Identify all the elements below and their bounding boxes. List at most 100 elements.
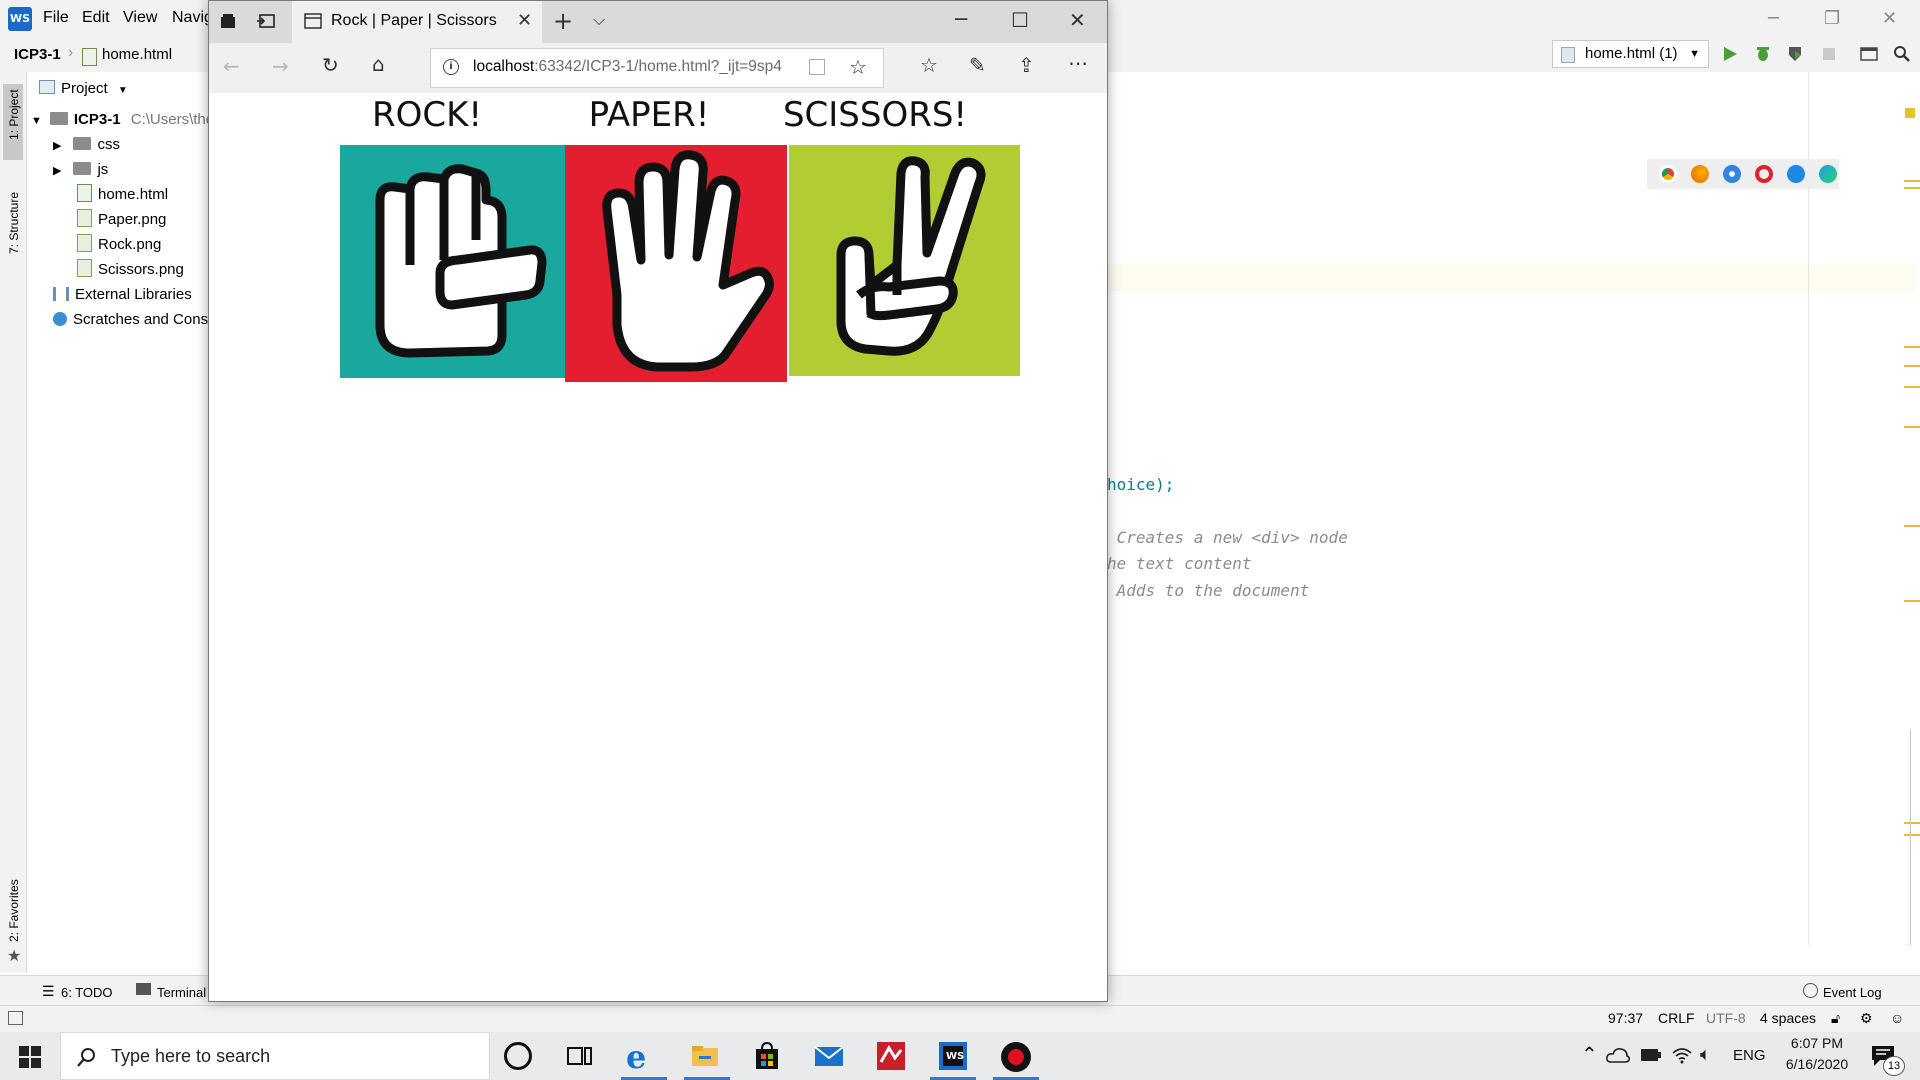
opera-icon[interactable] bbox=[1755, 165, 1773, 183]
rock-choice-button[interactable] bbox=[340, 145, 565, 378]
file-encoding[interactable]: UTF-8 bbox=[1706, 1010, 1746, 1026]
favorites-tool-label[interactable]: 2: Favorites bbox=[7, 879, 21, 942]
error-stripe-mark[interactable] bbox=[1904, 365, 1920, 367]
store-icon[interactable] bbox=[751, 1040, 783, 1072]
share-icon[interactable]: ⇪ bbox=[1018, 53, 1035, 77]
error-stripe-mark[interactable] bbox=[1904, 426, 1920, 428]
lock-icon[interactable]: 🔓︎ bbox=[1831, 1010, 1840, 1027]
task-view-icon[interactable] bbox=[564, 1040, 596, 1072]
star-icon[interactable]: ★ bbox=[7, 946, 21, 966]
run-icon[interactable] bbox=[1721, 45, 1739, 63]
error-stripe-mark[interactable] bbox=[1904, 600, 1920, 602]
home-icon[interactable]: ⌂ bbox=[372, 52, 385, 76]
edge-taskbar-icon[interactable]: e bbox=[626, 1038, 646, 1076]
browser-tab-active[interactable]: Rock | Paper | Scissors ✕ bbox=[292, 1, 542, 43]
url-field[interactable]: i localhost:63342/ICP3-1/home.html?_ijt=… bbox=[430, 48, 884, 88]
show-hidden-icons-chevron-icon[interactable]: ⌃ bbox=[1581, 1042, 1598, 1066]
onedrive-cloud-icon[interactable] bbox=[1606, 1046, 1630, 1064]
line-separator[interactable]: CRLF bbox=[1658, 1010, 1695, 1026]
error-stripe-mark[interactable] bbox=[1904, 822, 1920, 824]
refresh-icon[interactable]: ↻ bbox=[322, 53, 339, 77]
debug-icon[interactable] bbox=[1754, 45, 1772, 63]
ide-restore-icon[interactable]: ❐ bbox=[1824, 8, 1840, 29]
web-note-pen-icon[interactable]: ✎ bbox=[969, 53, 986, 77]
layout-icon[interactable] bbox=[1860, 45, 1878, 63]
browser-minimize-icon[interactable]: ─ bbox=[955, 7, 967, 31]
webstorm-taskbar-icon[interactable]: WS bbox=[937, 1040, 969, 1072]
git-settings-icon[interactable]: ⚙ bbox=[1860, 1010, 1873, 1027]
forward-arrow-icon[interactable]: → bbox=[272, 54, 289, 78]
breadcrumb-project[interactable]: ICP3-1 bbox=[14, 46, 61, 63]
battery-icon[interactable] bbox=[1640, 1048, 1662, 1062]
browser-maximize-icon[interactable]: ☐ bbox=[1011, 8, 1029, 32]
ide-minimize-icon[interactable]: ─ bbox=[1768, 8, 1779, 29]
tree-item-paper-png[interactable]: Paper.png bbox=[77, 208, 166, 232]
inspection-indicator-icon[interactable] bbox=[1905, 108, 1915, 118]
more-options-icon[interactable]: ⋯ bbox=[1068, 51, 1088, 75]
reading-view-icon[interactable] bbox=[809, 59, 825, 75]
safari-icon[interactable] bbox=[1723, 165, 1741, 183]
tree-item-rock-png[interactable]: Rock.png bbox=[77, 233, 161, 257]
tree-root[interactable]: ▼ ICP3-1 C:\Users\the bbox=[31, 108, 214, 132]
tree-item-css[interactable]: ▶ css bbox=[53, 133, 120, 157]
cortana-icon[interactable] bbox=[504, 1042, 532, 1070]
edge-icon[interactable] bbox=[1819, 165, 1837, 183]
input-language[interactable]: ENG bbox=[1733, 1047, 1766, 1064]
taskbar-search-box[interactable]: Type here to search bbox=[60, 1032, 490, 1080]
error-stripe-mark[interactable] bbox=[1904, 187, 1920, 189]
menu-navigate[interactable]: Navig bbox=[172, 9, 213, 27]
terminal-tool-button[interactable]: Terminal bbox=[157, 985, 206, 1000]
editor-scrollbar[interactable] bbox=[1910, 730, 1911, 945]
project-panel-header[interactable]: Project ▼ bbox=[39, 77, 128, 101]
tool-windows-toggle-icon[interactable] bbox=[8, 1011, 23, 1025]
browser-close-icon[interactable]: ✕ bbox=[1069, 8, 1086, 32]
site-info-icon[interactable]: i bbox=[443, 59, 459, 75]
project-tool-label[interactable]: 1: Project bbox=[7, 89, 21, 140]
internet-explorer-icon[interactable] bbox=[1787, 165, 1805, 183]
tree-item-scissors-png[interactable]: Scissors.png bbox=[77, 258, 184, 282]
tab-set-aside-icon[interactable] bbox=[219, 12, 237, 30]
coverage-icon[interactable] bbox=[1786, 45, 1804, 63]
search-icon[interactable] bbox=[1893, 45, 1911, 63]
new-tab-icon[interactable]: + bbox=[553, 7, 573, 35]
windows-start-icon[interactable] bbox=[19, 1046, 41, 1068]
game-app-icon[interactable] bbox=[875, 1040, 907, 1072]
volume-icon[interactable]: 🔈︎ bbox=[1700, 1044, 1711, 1065]
menu-view[interactable]: View bbox=[123, 9, 157, 27]
run-config-select[interactable]: home.html (1) ▼ bbox=[1552, 40, 1709, 68]
tab-list-chevron-icon[interactable]: ⌵ bbox=[593, 10, 605, 30]
mail-icon[interactable] bbox=[813, 1040, 845, 1072]
error-stripe-mark[interactable] bbox=[1904, 386, 1920, 388]
error-stripe-mark[interactable] bbox=[1904, 180, 1920, 182]
tree-item-js[interactable]: ▶ js bbox=[53, 158, 108, 182]
file-explorer-icon[interactable] bbox=[689, 1040, 721, 1072]
wifi-icon[interactable] bbox=[1672, 1046, 1692, 1064]
todo-tool-button[interactable]: 6: TODO bbox=[61, 985, 113, 1000]
code-editor[interactable] bbox=[1107, 72, 1920, 945]
error-stripe-mark[interactable] bbox=[1904, 525, 1920, 527]
tab-restore-icon[interactable] bbox=[256, 12, 276, 30]
inspector-icon[interactable]: ☺ bbox=[1890, 1010, 1904, 1026]
firefox-icon[interactable] bbox=[1691, 165, 1709, 183]
tree-item-home-html[interactable]: home.html bbox=[77, 183, 168, 207]
structure-tool-label[interactable]: 7: Structure bbox=[7, 192, 21, 254]
ide-close-icon[interactable]: ✕ bbox=[1882, 8, 1897, 29]
tree-item-external-libraries[interactable]: External Libraries bbox=[53, 283, 192, 307]
error-stripe-mark[interactable] bbox=[1904, 346, 1920, 348]
favorites-hub-icon[interactable]: ☆ bbox=[920, 53, 938, 77]
tree-item-scratches[interactable]: Scratches and Conso bbox=[53, 308, 216, 332]
menu-file[interactable]: File bbox=[43, 9, 69, 27]
chrome-icon[interactable] bbox=[1659, 165, 1677, 183]
tab-close-icon[interactable]: ✕ bbox=[517, 10, 532, 31]
menu-edit[interactable]: Edit bbox=[82, 9, 110, 27]
favorite-star-icon[interactable]: ☆ bbox=[849, 55, 867, 79]
scissors-choice-button[interactable] bbox=[789, 145, 1020, 376]
paper-choice-button[interactable] bbox=[565, 145, 787, 382]
taskbar-clock[interactable]: 6:07 PM 6/16/2020 bbox=[1772, 1035, 1862, 1072]
recorder-icon[interactable] bbox=[1001, 1042, 1031, 1072]
error-stripe-mark[interactable] bbox=[1904, 834, 1920, 836]
breadcrumb-file[interactable]: home.html bbox=[102, 46, 172, 63]
indent-setting[interactable]: 4 spaces bbox=[1760, 1010, 1816, 1026]
back-arrow-icon[interactable]: ← bbox=[223, 54, 240, 78]
stop-icon[interactable] bbox=[1820, 45, 1838, 63]
